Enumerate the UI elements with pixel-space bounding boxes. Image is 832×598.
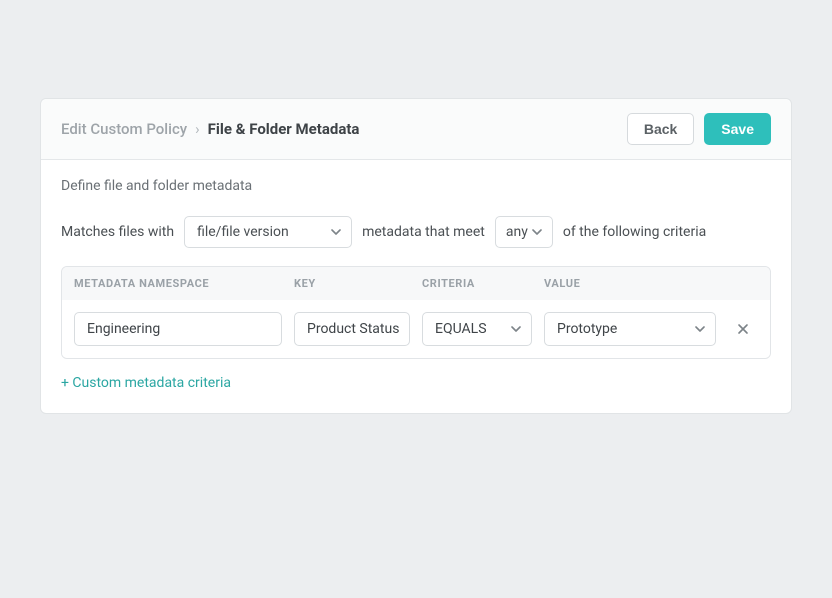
panel-body: Define file and folder metadata Matches … bbox=[41, 160, 791, 413]
value-select[interactable]: Prototype bbox=[544, 312, 716, 346]
header-actions: Back Save bbox=[627, 113, 771, 145]
back-button[interactable]: Back bbox=[627, 113, 694, 145]
breadcrumb-current: File & Folder Metadata bbox=[208, 120, 360, 138]
save-button[interactable]: Save bbox=[704, 113, 771, 145]
key-input-value: Product Status bbox=[307, 321, 399, 337]
criteria-table-head: METADATA NAMESPACE KEY CRITERIA VALUE bbox=[62, 267, 770, 300]
quantifier-select[interactable]: any bbox=[495, 216, 553, 248]
criteria-table: METADATA NAMESPACE KEY CRITERIA VALUE En… bbox=[61, 266, 771, 359]
close-icon bbox=[737, 320, 749, 339]
criteria-select[interactable]: EQUALS bbox=[422, 312, 532, 346]
quantifier-select-value: any bbox=[506, 224, 528, 240]
chevron-down-icon bbox=[511, 324, 521, 334]
chevron-down-icon bbox=[695, 324, 705, 334]
namespace-input-value: Engineering bbox=[87, 321, 160, 337]
policy-panel: Edit Custom Policy › File & Folder Metad… bbox=[40, 98, 792, 414]
match-mid-text: metadata that meet bbox=[362, 224, 485, 240]
chevron-right-icon: › bbox=[195, 120, 200, 138]
match-suffix-text: of the following criteria bbox=[563, 224, 706, 240]
value-select-value: Prototype bbox=[557, 321, 617, 337]
add-criteria-link[interactable]: + Custom metadata criteria bbox=[61, 375, 231, 391]
chevron-down-icon bbox=[532, 227, 542, 237]
chevron-down-icon bbox=[331, 227, 341, 237]
match-sentence: Matches files with file/file version met… bbox=[61, 216, 771, 248]
delete-row-button[interactable] bbox=[733, 319, 753, 339]
breadcrumb-parent[interactable]: Edit Custom Policy bbox=[61, 120, 187, 138]
col-header-criteria: CRITERIA bbox=[422, 277, 544, 290]
criteria-select-value: EQUALS bbox=[435, 321, 487, 337]
scope-select-value: file/file version bbox=[197, 224, 289, 240]
col-header-value: VALUE bbox=[544, 277, 728, 290]
col-header-namespace: METADATA NAMESPACE bbox=[74, 277, 294, 290]
table-row: Engineering Product Status EQUALS bbox=[62, 300, 770, 358]
scope-select[interactable]: file/file version bbox=[184, 216, 352, 248]
breadcrumb: Edit Custom Policy › File & Folder Metad… bbox=[61, 120, 359, 138]
namespace-input[interactable]: Engineering bbox=[74, 312, 282, 346]
section-title: Define file and folder metadata bbox=[61, 178, 771, 194]
key-input[interactable]: Product Status bbox=[294, 312, 410, 346]
col-header-actions bbox=[728, 277, 758, 290]
match-prefix-text: Matches files with bbox=[61, 224, 174, 240]
panel-header: Edit Custom Policy › File & Folder Metad… bbox=[41, 99, 791, 160]
col-header-key: KEY bbox=[294, 277, 422, 290]
